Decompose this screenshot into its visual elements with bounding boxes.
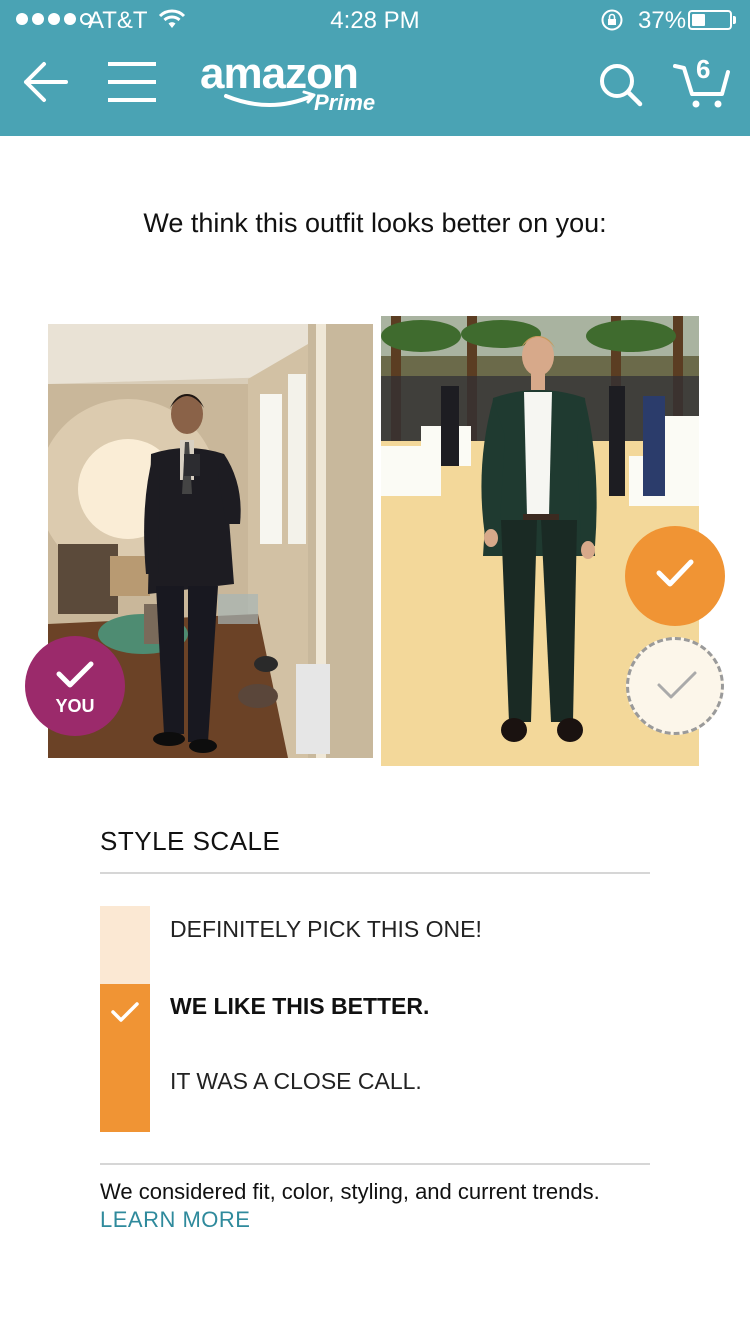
you-badge: YOU [25, 636, 125, 736]
status-bar: AT&T 4:28 PM 37% [0, 0, 750, 40]
back-arrow-icon[interactable] [22, 60, 68, 104]
svg-text:Prime: Prime [314, 90, 375, 115]
selected-outfit-badge[interactable] [625, 526, 725, 626]
checkmark-icon [111, 1002, 139, 1022]
amazon-prime-logo[interactable]: amazon Prime [200, 49, 390, 121]
unselected-outfit-badge[interactable] [626, 637, 724, 735]
scale-segment-strong [100, 906, 150, 984]
scale-option-close-call: IT WAS A CLOSE CALL. [170, 1068, 422, 1094]
page-headline: We think this outfit looks better on you… [143, 208, 607, 238]
scale-option-definitely: DEFINITELY PICK THIS ONE! [170, 916, 482, 942]
scale-option-like-better: WE LIKE THIS BETTER. [170, 993, 430, 1019]
menu-icon[interactable] [106, 60, 158, 104]
battery-icon [688, 10, 732, 30]
cart-button[interactable]: 6 [672, 54, 732, 110]
style-scale-title: STYLE SCALE [100, 826, 281, 856]
search-icon[interactable] [598, 62, 644, 108]
divider [100, 1163, 650, 1165]
checkmark-icon [656, 559, 694, 587]
top-bar: AT&T 4:28 PM 37% amazon Prime 6 [0, 0, 750, 136]
battery-level [692, 14, 705, 26]
footer-text: We considered fit, color, styling, and c… [100, 1179, 600, 1204]
divider [100, 872, 650, 874]
rotation-lock-icon [601, 9, 623, 31]
checkmark-icon [657, 671, 697, 699]
learn-more-link[interactable]: LEARN MORE [100, 1207, 250, 1232]
navigation-bar: amazon Prime 6 [0, 40, 750, 136]
you-label: YOU [55, 696, 95, 716]
battery-percent: 37% [638, 7, 687, 34]
footer-note: We considered fit, color, styling, and c… [100, 1178, 650, 1234]
checkmark-icon [56, 661, 94, 688]
cart-count-badge: 6 [696, 54, 711, 84]
